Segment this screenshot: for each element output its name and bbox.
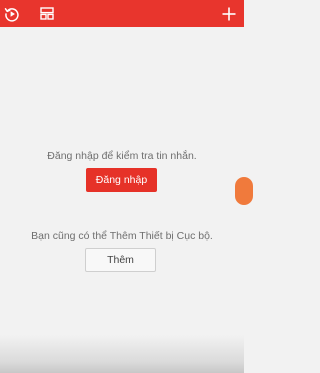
login-button[interactable]: Đăng nhập [86, 168, 157, 192]
add-device-button[interactable]: Thêm [85, 248, 156, 272]
main-content: Đăng nhập để kiểm tra tin nhắn. Đăng nhậ… [0, 27, 244, 373]
floating-side-handle[interactable] [235, 177, 253, 205]
bottom-shade [0, 335, 244, 373]
refresh-play-icon[interactable] [2, 0, 22, 27]
add-device-prompt: Bạn cũng có thể Thêm Thiết bị Cục bộ. [31, 230, 213, 242]
layout-grid-icon[interactable] [38, 0, 56, 27]
plus-icon[interactable] [220, 0, 238, 27]
login-prompt: Đăng nhập để kiểm tra tin nhắn. [47, 150, 197, 162]
top-bar [0, 0, 244, 27]
